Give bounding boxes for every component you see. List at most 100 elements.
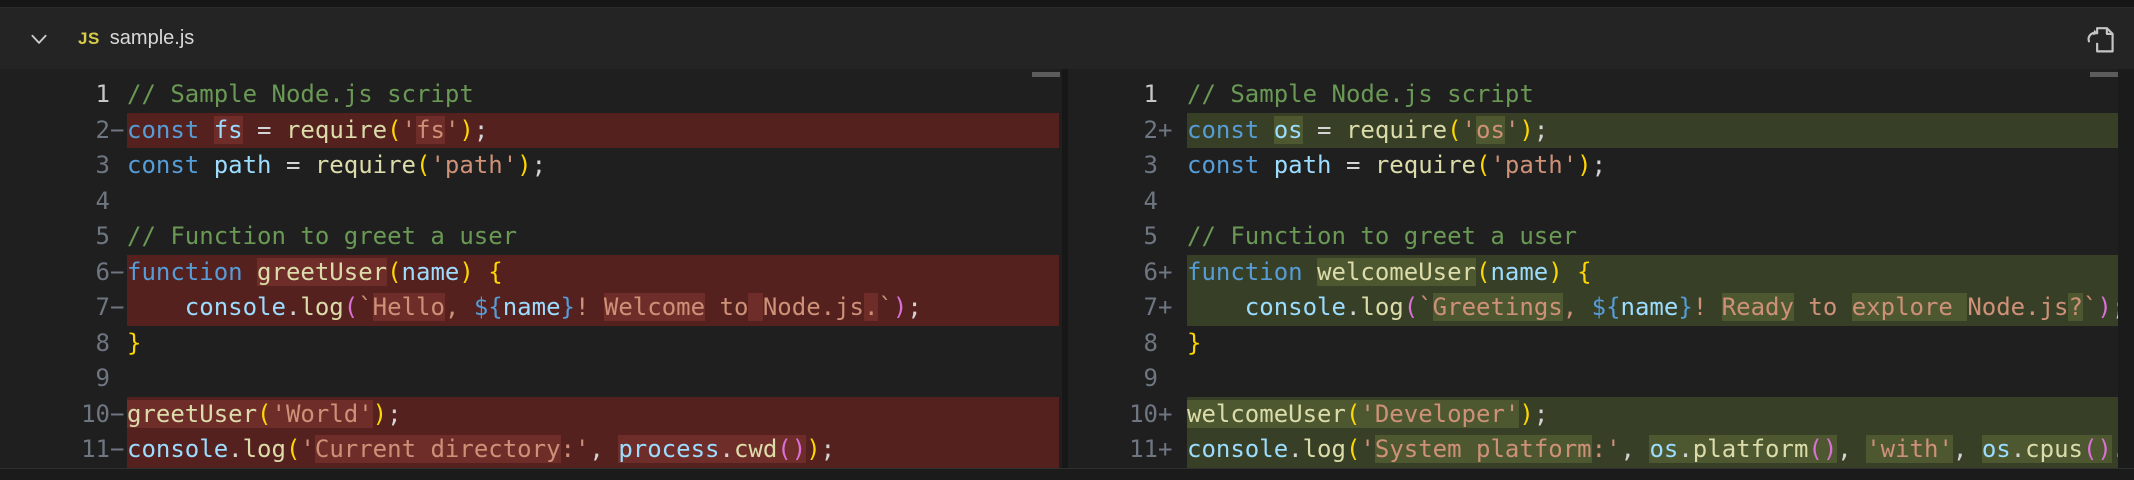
code-line-content[interactable]: console.log(`Hello, ${name}! Welcome to … xyxy=(127,290,1062,326)
word-diff-highlight: Hello xyxy=(373,293,445,321)
code-token: ' xyxy=(1462,116,1476,144)
code-token: ) xyxy=(2097,293,2111,321)
diff-line: 8 } xyxy=(0,326,1062,362)
code-line-content[interactable]: } xyxy=(1187,326,2134,362)
code-token: ( xyxy=(1476,258,1490,286)
code-line-content[interactable] xyxy=(1187,184,2134,220)
code-line-content[interactable]: const os = require('os'); xyxy=(1187,113,2134,149)
code-line-content[interactable]: function greetUser(name) { xyxy=(127,255,1062,291)
code-token xyxy=(127,293,185,321)
code-line-content[interactable]: greetUser('World'); xyxy=(127,397,1062,433)
code-line-content[interactable]: // Function to greet a user xyxy=(1187,219,2134,255)
word-diff-highlight: os xyxy=(1476,116,1505,144)
code-line-content[interactable] xyxy=(1187,361,2134,397)
code-token: ( xyxy=(1447,116,1461,144)
code-token: // Sample Node.js script xyxy=(1187,80,1534,108)
word-diff-highlight: greetUser xyxy=(127,400,257,428)
code-line-content[interactable]: // Sample Node.js script xyxy=(127,77,1062,113)
line-number: 6 xyxy=(0,255,110,291)
code-token: console xyxy=(185,293,286,321)
go-to-file-icon[interactable] xyxy=(2082,20,2120,58)
diff-line: 6+function welcomeUser(name) { xyxy=(1068,255,2134,291)
code-line-content[interactable]: welcomeUser('Developer'); xyxy=(1187,397,2134,433)
code-token: ` xyxy=(358,293,372,321)
word-diff-highlight: fs xyxy=(416,116,445,144)
code-line-content[interactable]: // Sample Node.js script xyxy=(1187,77,2134,113)
code-line-content[interactable] xyxy=(127,184,1062,220)
code-token: // Sample Node.js script xyxy=(127,80,474,108)
word-diff-highlight: os xyxy=(1982,435,2011,463)
code-line-content[interactable] xyxy=(127,361,1062,397)
code-token: ) xyxy=(459,116,473,144)
code-token: console xyxy=(127,435,228,463)
code-token: ' xyxy=(402,116,416,144)
diff-line: 1 // Sample Node.js script xyxy=(1068,77,2134,113)
code-line-content[interactable]: console.log('Current directory:', proces… xyxy=(127,432,1062,468)
code-token: log xyxy=(1303,435,1346,463)
code-line-content[interactable]: console.log('System platform:', os.platf… xyxy=(1187,432,2134,468)
horizontal-scrollbar-right[interactable] xyxy=(2090,72,2118,77)
diff-line: 5 // Function to greet a user xyxy=(0,219,1062,255)
word-diff-highlight: 'Developer' xyxy=(1360,400,1519,428)
code-token: name xyxy=(1490,258,1548,286)
code-token: ; xyxy=(474,116,488,144)
line-number: 7 xyxy=(0,290,110,326)
word-diff-highlight: . xyxy=(2011,435,2025,463)
code-token: . xyxy=(286,293,300,321)
line-sign xyxy=(110,184,127,220)
line-sign xyxy=(1158,184,1187,220)
code-token: ! xyxy=(1693,293,1722,321)
deleted-line-sign: − xyxy=(110,432,127,468)
code-token: name xyxy=(1621,293,1679,321)
word-diff-highlight: () xyxy=(1808,435,1837,463)
code-token: } xyxy=(561,293,575,321)
line-sign xyxy=(1158,219,1187,255)
code-token: console xyxy=(1245,293,1346,321)
diff-line: 8 } xyxy=(1068,326,2134,362)
code-token: ( xyxy=(1476,151,1490,179)
word-diff-highlight: explore xyxy=(1852,293,1968,321)
code-line-content[interactable]: const path = require('path'); xyxy=(1187,148,2134,184)
diff-line: 7+ console.log(`Greetings, ${name}! Read… xyxy=(1068,290,2134,326)
horizontal-scrollbar-left[interactable] xyxy=(1032,72,1060,77)
added-line-sign: + xyxy=(1158,255,1187,291)
code-token: { xyxy=(1563,258,1592,286)
code-token: ; xyxy=(821,435,835,463)
code-token: ) xyxy=(1519,400,1533,428)
code-token: require xyxy=(286,116,387,144)
code-line-content[interactable]: // Function to greet a user xyxy=(127,219,1062,255)
diff-line: 3 const path = require('path'); xyxy=(0,148,1062,184)
code-token: ; xyxy=(387,400,401,428)
code-line-content[interactable]: console.log(`Greetings, ${name}! Ready t… xyxy=(1187,290,2134,326)
file-diff-header[interactable]: JS sample.js xyxy=(0,8,2134,69)
right-pane-lines: 1 // Sample Node.js script2 + const os = r… xyxy=(1068,69,2134,468)
code-token: . xyxy=(228,435,242,463)
diff-line: 10−greetUser('World'); xyxy=(0,397,1062,433)
code-line-content[interactable]: const path = require('path'); xyxy=(127,148,1062,184)
code-token: ( xyxy=(344,293,358,321)
code-token: :' xyxy=(561,435,590,463)
code-token: = xyxy=(1303,116,1346,144)
code-line-content[interactable]: function welcomeUser(name) { xyxy=(1187,255,2134,291)
code-token: name xyxy=(402,258,460,286)
diff-line: 3 const path = require('path'); xyxy=(1068,148,2134,184)
code-token: 'path' xyxy=(430,151,517,179)
code-token: ; xyxy=(532,151,546,179)
code-line-content[interactable]: const fs = require('fs'); xyxy=(127,113,1062,149)
word-diff-highlight: os xyxy=(1649,435,1678,463)
line-number: 4 xyxy=(1068,184,1158,220)
code-token: 'path' xyxy=(1490,151,1577,179)
line-number: 8 xyxy=(0,326,110,362)
code-token: ` xyxy=(2083,293,2097,321)
line-number: 2 xyxy=(1068,113,1158,149)
original-pane: 1 // Sample Node.js script2−const fs = r… xyxy=(0,69,1062,468)
word-diff-highlight: ? xyxy=(2068,293,2082,321)
word-diff-highlight: os xyxy=(1274,116,1303,144)
code-token: ) xyxy=(1577,151,1591,179)
code-token: require xyxy=(315,151,416,179)
chevron-down-icon[interactable] xyxy=(26,26,52,52)
code-token: const xyxy=(1187,116,1274,144)
code-token: , xyxy=(445,293,474,321)
code-token: :' xyxy=(1592,435,1621,463)
code-line-content[interactable]: } xyxy=(127,326,1062,362)
